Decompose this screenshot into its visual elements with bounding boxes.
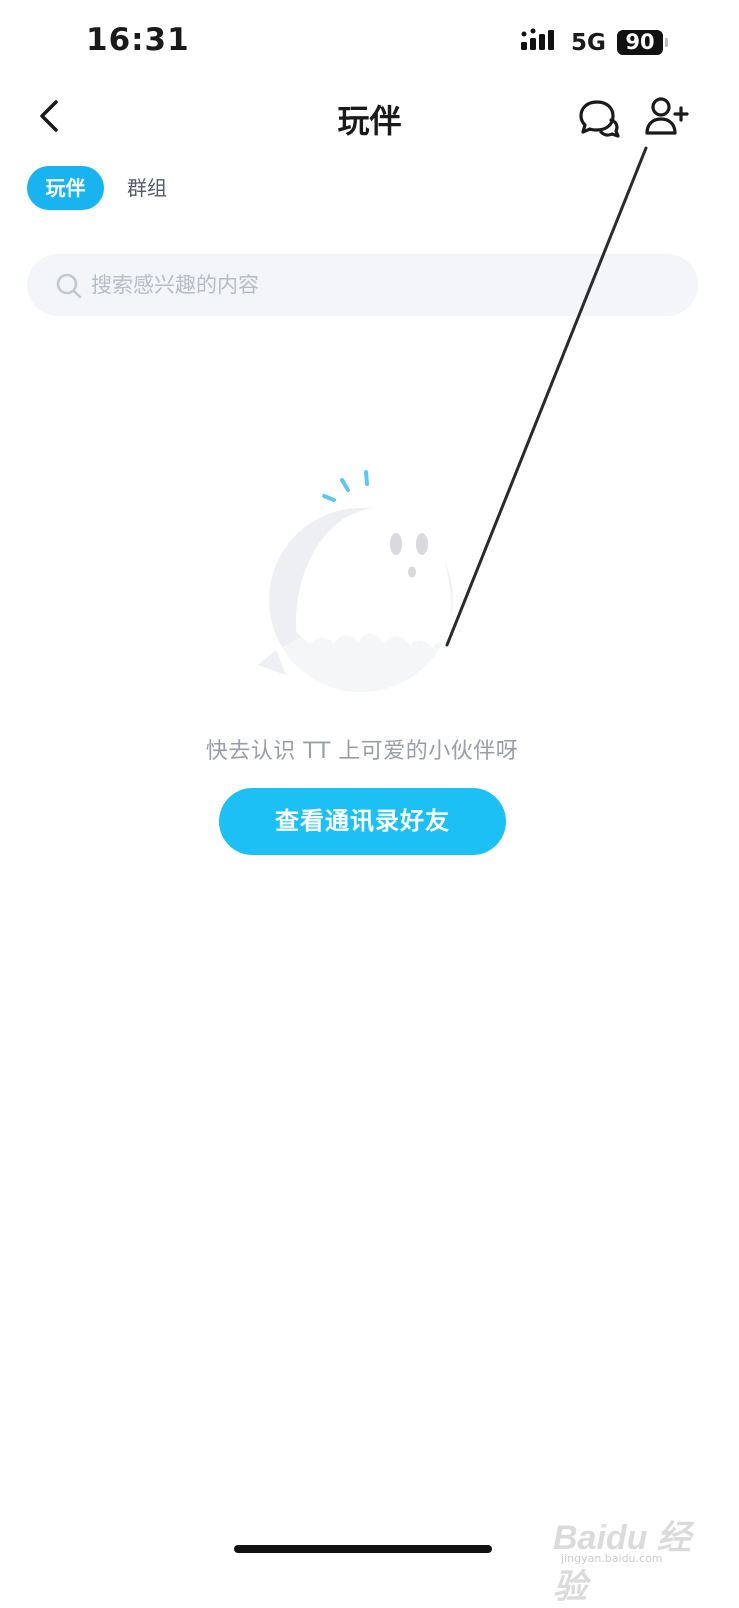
network-type: 5G xyxy=(571,30,606,56)
add-friend-button[interactable] xyxy=(643,94,691,138)
ghost-icon xyxy=(258,470,453,692)
empty-state-message: 快去认识 TT 上可爱的小伙伴呀 xyxy=(205,739,519,764)
baidu-watermark: Baidu 经验 jingyan.baidu.com xyxy=(553,1500,703,1606)
chat-bubbles-icon xyxy=(579,100,620,138)
tab-companions[interactable]: 玩伴 xyxy=(27,166,104,210)
search-placeholder: 搜索感兴趣的内容 xyxy=(91,273,259,297)
home-indicator xyxy=(234,1545,492,1553)
tab-groups[interactable]: 群组 xyxy=(127,166,167,210)
watermark-subtext: jingyan.baidu.com xyxy=(561,1552,663,1565)
view-contacts-button[interactable]: 查看通讯录好友 xyxy=(219,788,506,855)
battery-tip xyxy=(665,38,668,47)
search-icon xyxy=(56,273,82,299)
page-title: 玩伴 xyxy=(337,102,402,140)
battery-indicator: 90 xyxy=(617,30,663,55)
status-time: 16:31 xyxy=(86,22,190,58)
signal-strength-icon xyxy=(521,28,554,50)
nav-bar: 玩伴 xyxy=(0,88,739,148)
user-plus-icon xyxy=(645,97,689,135)
search-input[interactable]: 搜索感兴趣的内容 xyxy=(27,254,698,316)
status-bar: 16:31 5G 90 xyxy=(0,0,739,90)
chat-button[interactable] xyxy=(577,96,621,138)
